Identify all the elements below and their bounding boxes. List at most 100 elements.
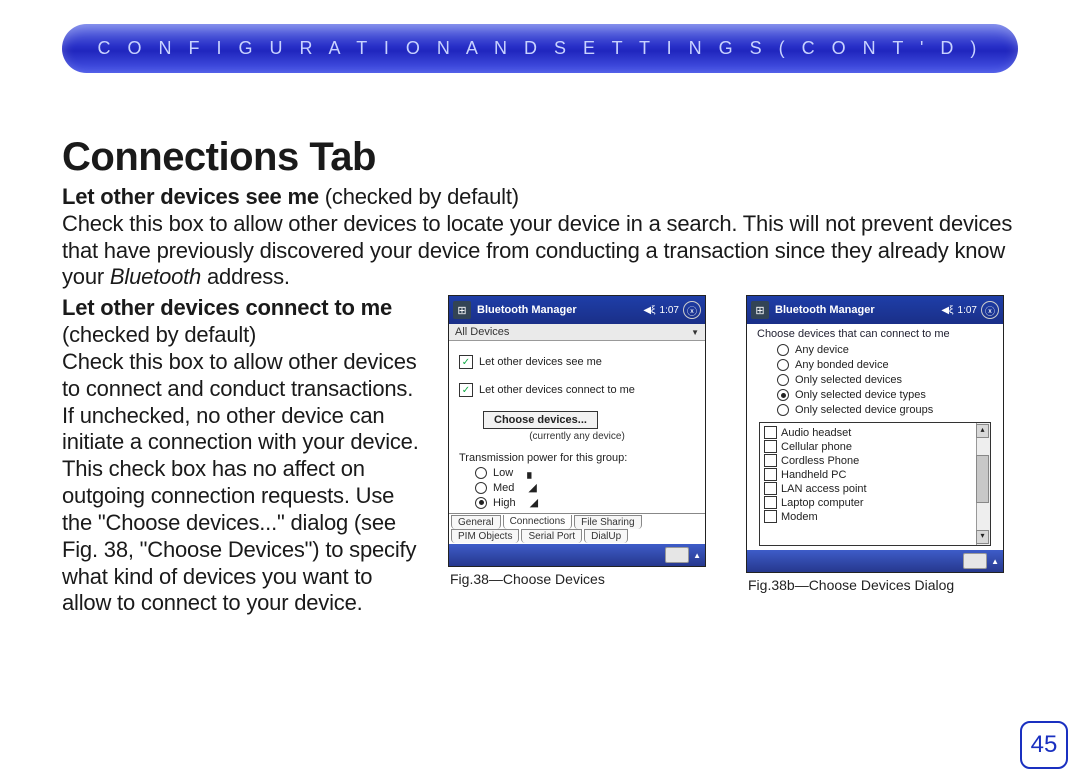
type-label: Modem [781, 511, 818, 523]
radio-icon[interactable] [777, 404, 789, 416]
pda-a-bottombar: ▲ [449, 544, 705, 566]
checkbox-icon[interactable]: ✓ [459, 383, 473, 397]
pda-b-status-icons: ◀ξ 1:07 ⓧ [941, 301, 999, 319]
checkbox-icon[interactable] [764, 510, 777, 523]
tab-pim-objects[interactable]: PIM Objects [451, 529, 519, 543]
radio-any-device[interactable]: Any device [777, 344, 993, 356]
ok-close-icon[interactable]: ⓧ [981, 301, 999, 319]
keyboard-icon[interactable] [963, 553, 987, 569]
checkbox-see-me[interactable]: ✓ Let other devices see me [459, 355, 695, 369]
tab-serial-port[interactable]: Serial Port [521, 529, 582, 543]
signal-med-icon: ◢ [528, 481, 536, 494]
manual-page: C O N F I G U R A T I O N A N D S E T T … [0, 0, 1080, 777]
radio-selected-devices[interactable]: Only selected devices [777, 374, 993, 386]
checkbox-icon[interactable] [764, 468, 777, 481]
type-cordless-phone[interactable]: Cordless Phone [764, 454, 986, 467]
checkbox-icon[interactable]: ✓ [459, 355, 473, 369]
checkbox-icon[interactable] [764, 482, 777, 495]
radio-selected-types-label: Only selected device types [795, 389, 926, 401]
type-handheld-pc[interactable]: Handheld PC [764, 468, 986, 481]
power-med[interactable]: Med ◢ [475, 481, 695, 494]
clock-text: 1:07 [660, 305, 679, 316]
subhead-connect-me: Let other devices connect to me [62, 295, 392, 320]
type-laptop-computer[interactable]: Laptop computer [764, 496, 986, 509]
type-label: Cordless Phone [781, 455, 859, 467]
power-low-label: Low [493, 467, 513, 479]
radio-icon[interactable] [777, 359, 789, 371]
radio-selected-devices-label: Only selected devices [795, 374, 902, 386]
power-low[interactable]: Low ▖ [475, 466, 695, 479]
pda-b-content: Choose devices that can connect to me An… [747, 324, 1003, 550]
checkbox-icon[interactable] [764, 426, 777, 439]
figure-38: ⊞ Bluetooth Manager ◀ξ 1:07 ⓧ All Device… [448, 295, 720, 617]
radio-icon[interactable] [475, 497, 487, 509]
scroll-thumb[interactable] [976, 455, 989, 503]
radio-icon[interactable] [475, 467, 487, 479]
type-lan-access-point[interactable]: LAN access point [764, 482, 986, 495]
scroll-down-icon[interactable]: ▾ [976, 530, 989, 544]
device-types-list[interactable]: Audio headset Cellular phone Cordless Ph… [759, 422, 991, 546]
currently-note: (currently any device) [459, 431, 695, 442]
pda-a-subbar[interactable]: All Devices ▼ [449, 324, 705, 341]
speaker-icon[interactable]: ◀ξ [941, 305, 953, 316]
pda-a-subbar-label: All Devices [455, 326, 509, 338]
pda-b-titlebar: ⊞ Bluetooth Manager ◀ξ 1:07 ⓧ [747, 296, 1003, 324]
radio-selected-groups-label: Only selected device groups [795, 404, 933, 416]
start-icon[interactable]: ⊞ [751, 301, 769, 319]
para1-body-tail: address. [201, 264, 290, 289]
power-high-label: High [493, 497, 516, 509]
keyboard-icon[interactable] [665, 547, 689, 563]
dropdown-icon[interactable]: ▼ [691, 328, 699, 337]
radio-selected-types[interactable]: Only selected device types [777, 389, 993, 401]
radio-any-device-label: Any device [795, 344, 849, 356]
caption-fig38b: Fig.38b—Choose Devices Dialog [746, 577, 1018, 593]
radio-icon[interactable] [777, 389, 789, 401]
signal-high-icon: ◢ [530, 496, 538, 509]
type-audio-headset[interactable]: Audio headset [764, 426, 986, 439]
speaker-icon[interactable]: ◀ξ [643, 305, 655, 316]
scroll-up-icon[interactable]: ▴ [976, 424, 989, 438]
tab-connections[interactable]: Connections [503, 515, 573, 529]
pda-b-title: Bluetooth Manager [775, 304, 935, 316]
checkbox-see-me-label: Let other devices see me [479, 356, 602, 368]
type-label: Laptop computer [781, 497, 864, 509]
pda-a-content: ✓ Let other devices see me ✓ Let other d… [449, 341, 705, 513]
checkbox-connect-me[interactable]: ✓ Let other devices connect to me [459, 383, 695, 397]
checkbox-icon[interactable] [764, 454, 777, 467]
radio-icon[interactable] [777, 374, 789, 386]
pda-a-status-icons: ◀ξ 1:07 ⓧ [643, 301, 701, 319]
radio-selected-groups[interactable]: Only selected device groups [777, 404, 993, 416]
tab-file-sharing[interactable]: File Sharing [574, 515, 641, 529]
scrollbar-track[interactable]: ▴ ▾ [976, 423, 990, 545]
power-options: Low ▖ Med ◢ High ◢ [475, 466, 695, 509]
radio-any-bonded-label: Any bonded device [795, 359, 889, 371]
tab-general[interactable]: General [451, 515, 501, 529]
screenshots-column: ⊞ Bluetooth Manager ◀ξ 1:07 ⓧ All Device… [448, 295, 1018, 617]
para1-italic: Bluetooth [110, 264, 201, 289]
signal-low-icon: ▖ [527, 466, 535, 479]
choose-devices-button[interactable]: Choose devices... [483, 411, 598, 429]
power-high[interactable]: High ◢ [475, 496, 695, 509]
ok-close-icon[interactable]: ⓧ [683, 301, 701, 319]
paragraph-connect-me: Let other devices connect to me (checked… [62, 295, 422, 617]
pda-screenshot-b: ⊞ Bluetooth Manager ◀ξ 1:07 ⓧ Choose dev… [746, 295, 1004, 573]
radio-icon[interactable] [777, 344, 789, 356]
clock-text: 1:07 [958, 305, 977, 316]
type-label: LAN access point [781, 483, 867, 495]
sip-menu-icon[interactable]: ▲ [991, 557, 999, 566]
pda-a-title: Bluetooth Manager [477, 304, 637, 316]
start-icon[interactable]: ⊞ [453, 301, 471, 319]
radio-any-bonded[interactable]: Any bonded device [777, 359, 993, 371]
power-label: Transmission power for this group: [459, 452, 695, 464]
pda-a-titlebar: ⊞ Bluetooth Manager ◀ξ 1:07 ⓧ [449, 296, 705, 324]
pda-a-tabs: General Connections File Sharing PIM Obj… [449, 513, 705, 544]
type-modem[interactable]: Modem [764, 510, 986, 523]
tab-dialup[interactable]: DialUp [584, 529, 628, 543]
checkbox-icon[interactable] [764, 496, 777, 509]
radio-icon[interactable] [475, 482, 487, 494]
type-label: Audio headset [781, 427, 851, 439]
type-cellular-phone[interactable]: Cellular phone [764, 440, 986, 453]
checkbox-icon[interactable] [764, 440, 777, 453]
sip-menu-icon[interactable]: ▲ [693, 551, 701, 560]
pda-b-bottombar: ▲ [747, 550, 1003, 572]
